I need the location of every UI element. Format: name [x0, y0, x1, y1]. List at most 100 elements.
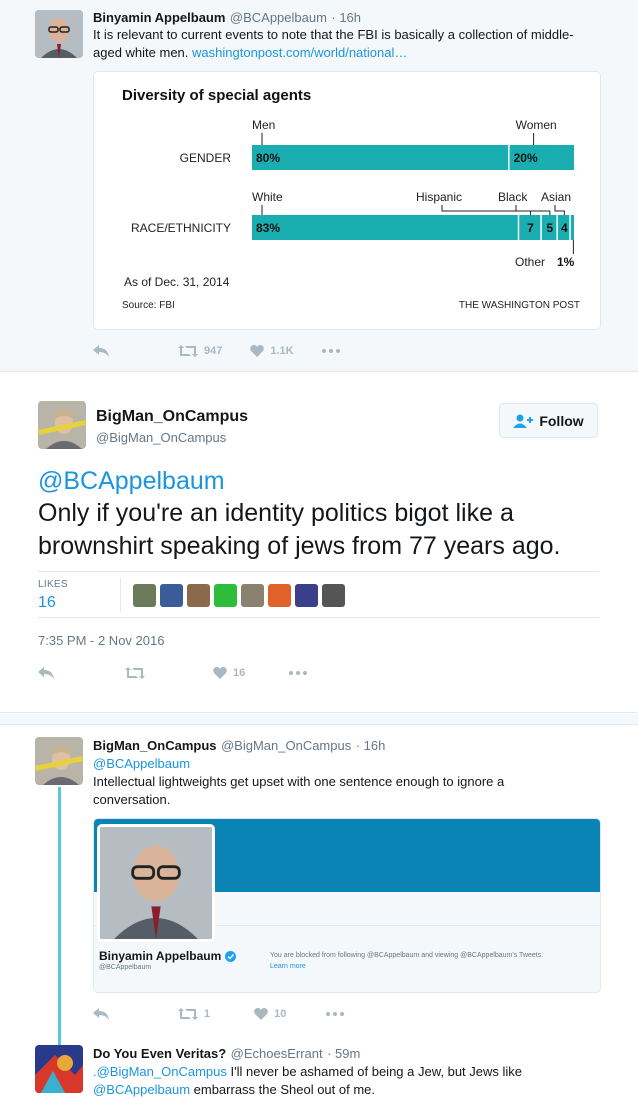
tweet-text: It is relevant to current events to note… [93, 27, 574, 60]
data-label: 80% [256, 151, 280, 165]
tweet-link[interactable]: washingtonpost.com/world/national… [192, 45, 407, 60]
profile-card[interactable]: Binyamin Appelbaum @BCAppelbaum You are … [93, 818, 601, 993]
reply-list: BigMan_OnCampus @BigMan_OnCampus · 16h @… [0, 725, 638, 1097]
mention-link[interactable]: @BCAppelbaum [38, 465, 225, 498]
card-name[interactable]: Binyamin Appelbaum [99, 949, 237, 963]
timestamp[interactable]: 7:35 PM - 2 Nov 2016 [38, 633, 164, 648]
mention-link[interactable]: @BCAppelbaum [93, 755, 190, 773]
liker-avatar[interactable] [295, 584, 318, 607]
like-count: 16 [233, 667, 246, 679]
reply-icon [93, 1008, 109, 1020]
reply-icon [38, 667, 54, 679]
reply-button[interactable] [93, 1008, 116, 1020]
other-label: Other [515, 255, 545, 269]
author-handle[interactable]: @BigMan_OnCampus [96, 430, 226, 445]
retweet-count: 1 [204, 1008, 211, 1020]
data-label: 83% [256, 221, 280, 235]
tweet-actions: 16 [38, 663, 341, 683]
avatar[interactable] [35, 10, 83, 58]
author-handle[interactable]: @BCAppelbaum [230, 10, 327, 25]
liker-avatar[interactable] [241, 584, 264, 607]
divider [120, 578, 121, 612]
add-user-icon [513, 414, 534, 428]
segment-name: Hispanic [416, 190, 462, 204]
mention-link[interactable]: .@BigMan_OnCampus [93, 1064, 227, 1079]
avatar[interactable] [35, 737, 83, 785]
follow-button[interactable]: Follow [499, 403, 598, 438]
chart-title: Diversity of special agents [122, 87, 311, 104]
segment-name: White [252, 190, 283, 204]
separator [0, 714, 638, 725]
other-value: 1% [557, 255, 575, 269]
tweet-actions: 1 10 [93, 1004, 378, 1024]
retweet-count: 947 [204, 345, 223, 357]
leader-line [441, 205, 532, 215]
segment-name: Black [498, 190, 528, 204]
tweet-text: .@BigMan_OnCampus I'll never be ashamed … [93, 1064, 523, 1097]
reply-header: BigMan_OnCampus @BigMan_OnCampus · 16h [93, 737, 385, 755]
tweet-time[interactable]: · 59m [327, 1046, 360, 1061]
like-button[interactable]: 10 [254, 1008, 286, 1020]
liker-avatar[interactable] [160, 584, 183, 607]
data-label: 7 [527, 221, 534, 235]
retweet-icon [125, 667, 145, 679]
liker-avatar[interactable] [322, 584, 345, 607]
author-name[interactable]: Binyamin Appelbaum [93, 10, 225, 25]
more-button[interactable] [326, 1012, 350, 1016]
like-count: 1.1K [270, 345, 294, 357]
author-name[interactable]: BigMan_OnCampus [96, 408, 248, 426]
tweet-time[interactable]: · 16h [331, 10, 361, 25]
retweet-icon [178, 1008, 198, 1020]
row-label: GENDER [180, 151, 232, 165]
author-handle[interactable]: @EchoesErrant [231, 1046, 323, 1061]
like-button[interactable]: 16 [213, 667, 245, 679]
liker-avatar[interactable] [268, 584, 291, 607]
chart-source: Source: FBI [122, 300, 175, 311]
thread-line [58, 787, 61, 1047]
more-button[interactable] [289, 671, 313, 675]
segment-name: Men [252, 118, 275, 132]
more-icon [289, 671, 308, 675]
retweet-button[interactable]: 1 [178, 1008, 210, 1020]
reply-button[interactable] [93, 345, 116, 357]
mention-link-2[interactable]: @BCAppelbaum [93, 1082, 190, 1097]
retweet-button[interactable] [125, 667, 151, 679]
leader-line [515, 205, 551, 215]
tweet-actions: 947 1.1K [93, 341, 374, 361]
tweet-time[interactable]: · 16h [356, 738, 386, 753]
tweet-appelbaum[interactable]: Binyamin Appelbaum @BCAppelbaum · 16h It… [0, 0, 638, 372]
data-label: 20% [514, 151, 538, 165]
like-button[interactable]: 1.1K [250, 345, 294, 357]
segment-name: Asian [541, 190, 571, 204]
bar-segment [252, 145, 509, 170]
liker-avatar[interactable] [133, 584, 156, 607]
liker-avatar[interactable] [187, 584, 210, 607]
tweet-focused[interactable]: BigMan_OnCampus @BigMan_OnCampus Follow … [0, 373, 638, 713]
reply-button[interactable] [38, 667, 61, 679]
author-name[interactable]: Do You Even Veritas? [93, 1046, 226, 1061]
more-button[interactable] [321, 349, 346, 353]
leader-line [554, 205, 565, 215]
row-label: RACE/ETHNICITY [131, 221, 231, 235]
card-handle: @BCAppelbaum [99, 964, 152, 971]
profile-avatar[interactable] [97, 824, 215, 942]
author-handle[interactable]: @BigMan_OnCampus [221, 738, 351, 753]
author-name[interactable]: BigMan_OnCampus [93, 738, 217, 753]
retweet-button[interactable]: 947 [178, 345, 222, 357]
more-icon [326, 1012, 345, 1016]
blocked-notice: You are blocked from following @BCAppelb… [270, 952, 544, 959]
retweet-icon [178, 345, 198, 357]
chart: Diversity of special agents GENDER 80% Men 2… [122, 87, 580, 311]
like-count: 10 [274, 1008, 287, 1020]
avatar[interactable] [35, 1045, 83, 1093]
avatar[interactable] [38, 401, 86, 449]
liker-avatar[interactable] [214, 584, 237, 607]
learn-more-link[interactable]: Learn more [270, 963, 306, 970]
heart-icon [254, 1008, 268, 1020]
stats-row: LIKES 16 [38, 571, 599, 618]
likes-count[interactable]: 16 [38, 594, 56, 612]
tweet-text: Only if you're an identity politics bigo… [38, 499, 561, 560]
liker-avatars[interactable] [133, 584, 349, 607]
chart-card[interactable]: Diversity of special agents GENDER 80% Men 2… [93, 71, 601, 330]
segment-name: Women [516, 118, 557, 132]
